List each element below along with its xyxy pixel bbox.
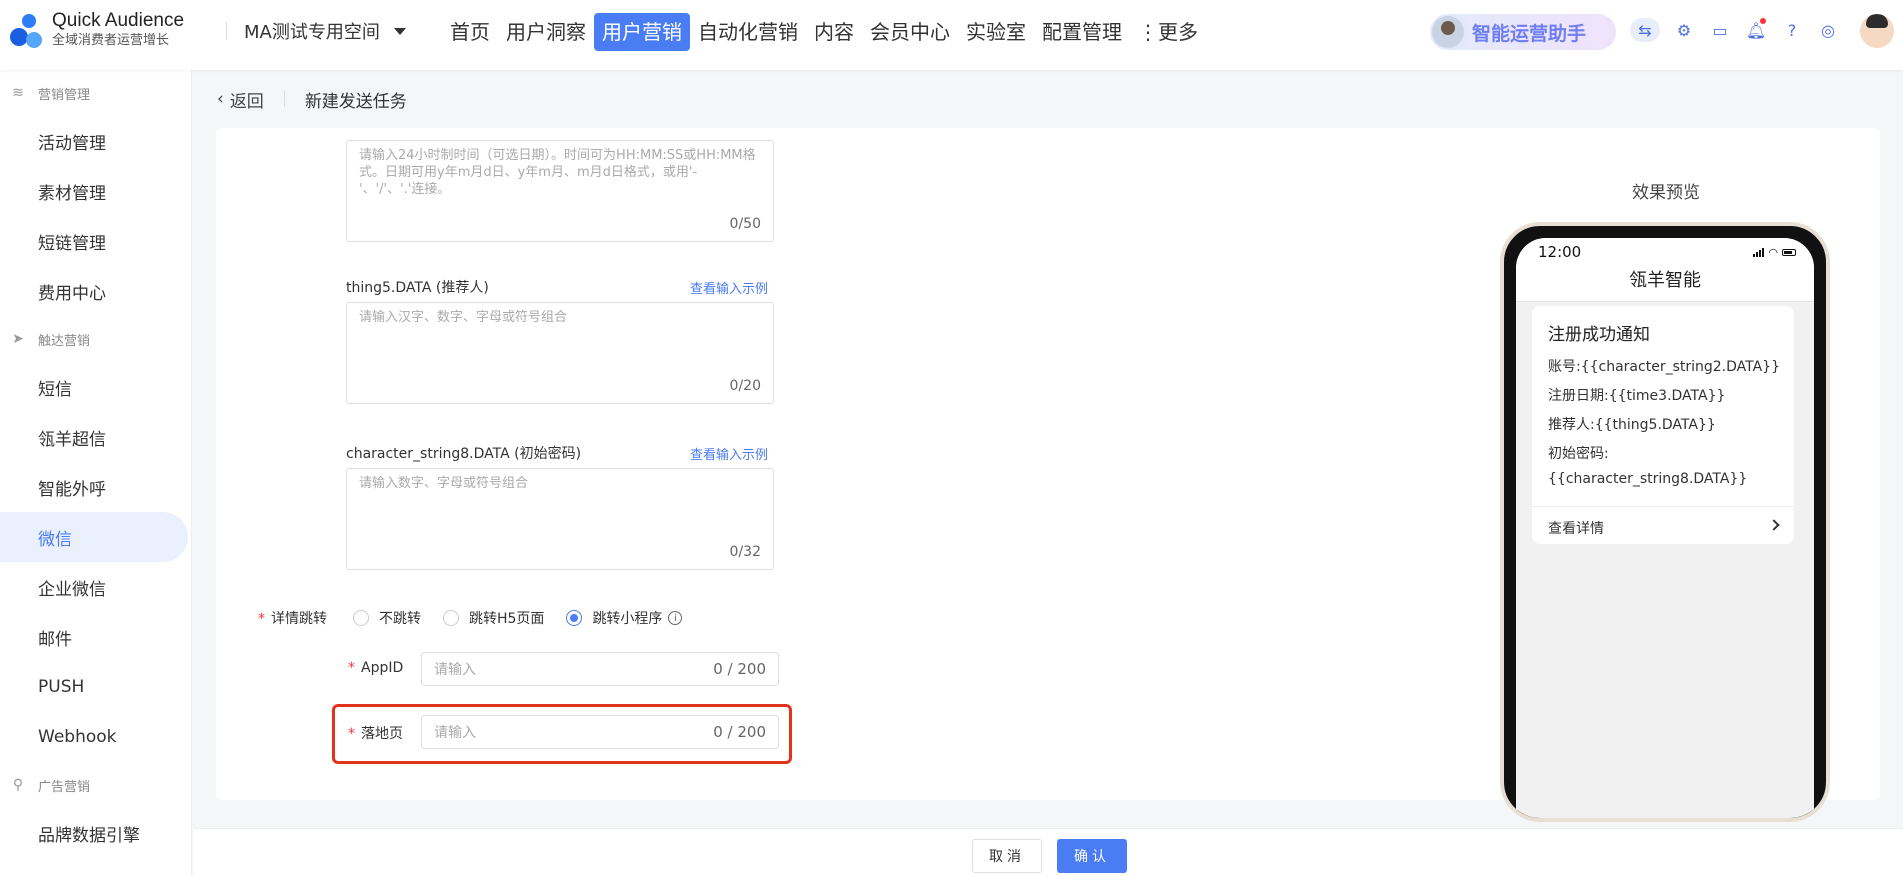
nav-member[interactable]: 会员中心 [862, 13, 958, 51]
divider [226, 22, 227, 40]
cs8-label: character_string8.DATA (初始密码) [346, 446, 582, 462]
thing5-label: thing5.DATA (推荐人) [346, 280, 489, 296]
nav-config[interactable]: 配置管理 [1034, 13, 1130, 51]
sidebar-item-supermsg[interactable]: 瓴羊超信 [0, 412, 191, 462]
logo-title: Quick Audience [52, 10, 185, 31]
message-line: 推荐人:{{thing5.DATA}} [1548, 417, 1716, 433]
notification-dot [1760, 18, 1766, 24]
radio-miniprogram[interactable]: 跳转小程序 i [566, 608, 683, 628]
nav-insight[interactable]: 用户洞察 [498, 13, 594, 51]
jump-label: * 详情跳转 [258, 611, 327, 627]
signal-icon [1753, 247, 1765, 257]
footer-bar: 取消 确认 [193, 828, 1903, 875]
cs8-example-link[interactable]: 查看输入示例 [690, 444, 768, 463]
time-counter: 0/50 [729, 216, 761, 232]
sidebar-group-marketing: ≋ 营销管理 [0, 70, 191, 116]
phone-preview: 12:00 ◠ 瓴羊智能 注册成功通知 账号:{{character_strin… [1500, 222, 1830, 822]
wifi-icon: ◠ [1768, 245, 1778, 259]
info-icon[interactable]: i [668, 611, 683, 625]
assistant-avatar [1432, 16, 1464, 48]
sidebar-item-wecom[interactable]: 企业微信 [0, 562, 191, 612]
assistant-button[interactable]: 智能运营助手 [1430, 14, 1616, 50]
back-button[interactable]: ‹ 返回 [217, 87, 264, 112]
briefcase-icon[interactable]: ▭ [1708, 18, 1732, 42]
appid-label: * AppID [348, 660, 404, 676]
share-icon: ⚲ [12, 777, 24, 793]
nav-home[interactable]: 首页 [442, 13, 498, 51]
thing5-counter: 0/20 [729, 378, 761, 394]
layers-icon: ≋ [12, 85, 24, 101]
breadcrumb: ‹ 返回 新建发送任务 [193, 70, 1903, 128]
send-icon: ➤ [12, 331, 24, 347]
nav-marketing[interactable]: 用户营销 [594, 13, 690, 51]
sidebar: ≋ 营销管理 活动管理 素材管理 短链管理 费用中心 ➤ 触达营销 短信 瓴羊超… [0, 70, 192, 875]
message-line: 注册日期:{{time3.DATA}} [1548, 388, 1726, 404]
sidebar-item-wechat[interactable]: 微信 [0, 512, 188, 562]
main-nav: 首页 用户洞察 用户营销 自动化营销 内容 会员中心 实验室 配置管理 ⋮更多 [442, 13, 1206, 51]
jump-field: * 详情跳转 不跳转 跳转H5页面 跳转小程序 i [258, 608, 704, 628]
message-card: 注册成功通知 账号:{{character_string2.DATA}} 注册日… [1532, 306, 1794, 544]
status-bar: 12:00 ◠ [1516, 238, 1814, 266]
message-title: 注册成功通知 [1548, 325, 1650, 345]
appid-counter: 0 / 200 [713, 660, 766, 678]
workspace-select[interactable]: MA测试专用空间 [244, 18, 406, 44]
highlight-box [332, 704, 792, 764]
nav-more[interactable]: ⋮更多 [1130, 13, 1206, 51]
user-avatar[interactable] [1860, 14, 1894, 48]
preview-app-name: 瓴羊智能 [1516, 266, 1814, 302]
sidebar-item-activity[interactable]: 活动管理 [0, 116, 191, 166]
top-bar: Quick Audience 全域消费者运营增长 MA测试专用空间 首页 用户洞… [0, 0, 1903, 70]
appid-input[interactable]: 请输入 0 / 200 [421, 652, 779, 686]
battery-icon [1782, 248, 1796, 256]
page-title: 新建发送任务 [304, 91, 407, 112]
time-placeholder: 请输入24小时制时间（可选日期）。时间可为HH:MM:SS或HH:MM格式。日期… [359, 148, 756, 197]
sidebar-group-reach: ➤ 触达营销 [0, 316, 191, 362]
sidebar-item-email[interactable]: 邮件 [0, 612, 191, 662]
time-textarea[interactable]: 请输入24小时制时间（可选日期）。时间可为HH:MM:SS或HH:MM格式。日期… [346, 140, 774, 242]
sidebar-item-sms[interactable]: 短信 [0, 362, 191, 412]
help-icon[interactable]: ? [1780, 18, 1804, 42]
logo-subtitle: 全域消费者运营增长 [52, 33, 170, 48]
sidebar-item-call[interactable]: 智能外呼 [0, 462, 191, 512]
confirm-button[interactable]: 确认 [1057, 839, 1127, 873]
cs8-placeholder: 请输入数字、字母或符号组合 [359, 476, 529, 491]
message-line: 账号:{{character_string2.DATA}} [1548, 359, 1780, 375]
chevron-left-icon: ‹ [217, 89, 224, 109]
thing5-textarea[interactable]: 请输入汉字、数字、字母或符号组合 0/20 [346, 302, 774, 404]
radio-h5[interactable]: 跳转H5页面 [443, 608, 544, 628]
cs8-textarea[interactable]: 请输入数字、字母或符号组合 0/32 [346, 468, 774, 570]
chevron-down-icon [393, 27, 406, 35]
radio-no-jump[interactable]: 不跳转 [353, 608, 421, 628]
workspace-name: MA测试专用空间 [244, 22, 380, 43]
nav-lab[interactable]: 实验室 [958, 13, 1034, 51]
message-line: {{character_string8.DATA}} [1548, 471, 1748, 487]
sidebar-item-cost[interactable]: 费用中心 [0, 266, 191, 316]
sidebar-item-webhook[interactable]: Webhook [0, 712, 191, 762]
chevron-right-icon [1768, 519, 1780, 531]
message-line: 初始密码: [1548, 446, 1609, 462]
sidebar-group-ads: ⚲ 广告营销 [0, 762, 191, 808]
sidebar-item-push[interactable]: PUSH [0, 662, 191, 712]
nav-automation[interactable]: 自动化营销 [690, 13, 806, 51]
logo-icon [8, 10, 44, 50]
preview-title: 效果预览 [1632, 183, 1700, 203]
logo[interactable]: Quick Audience 全域消费者运营增长 [8, 10, 184, 50]
cs8-counter: 0/32 [729, 544, 761, 560]
view-details-link: 查看详情 [1548, 521, 1604, 537]
cancel-button[interactable]: 取消 [972, 839, 1042, 873]
nav-content[interactable]: 内容 [806, 13, 862, 51]
globe-icon[interactable]: ◎ [1816, 18, 1840, 42]
bell-icon[interactable]: 🔔︎ [1744, 18, 1768, 42]
sidebar-item-brand-engine[interactable]: 品牌数据引擎 [0, 808, 191, 858]
thing5-placeholder: 请输入汉字、数字、字母或符号组合 [359, 310, 568, 325]
swap-icon[interactable]: ⇆ [1630, 18, 1660, 42]
assistant-label: 智能运营助手 [1472, 22, 1587, 45]
sidebar-item-shortlink[interactable]: 短链管理 [0, 216, 191, 266]
sidebar-item-material[interactable]: 素材管理 [0, 166, 191, 216]
status-time: 12:00 [1538, 243, 1582, 261]
settings-icon[interactable]: ⚙ [1672, 18, 1696, 42]
thing5-example-link[interactable]: 查看输入示例 [690, 278, 768, 297]
